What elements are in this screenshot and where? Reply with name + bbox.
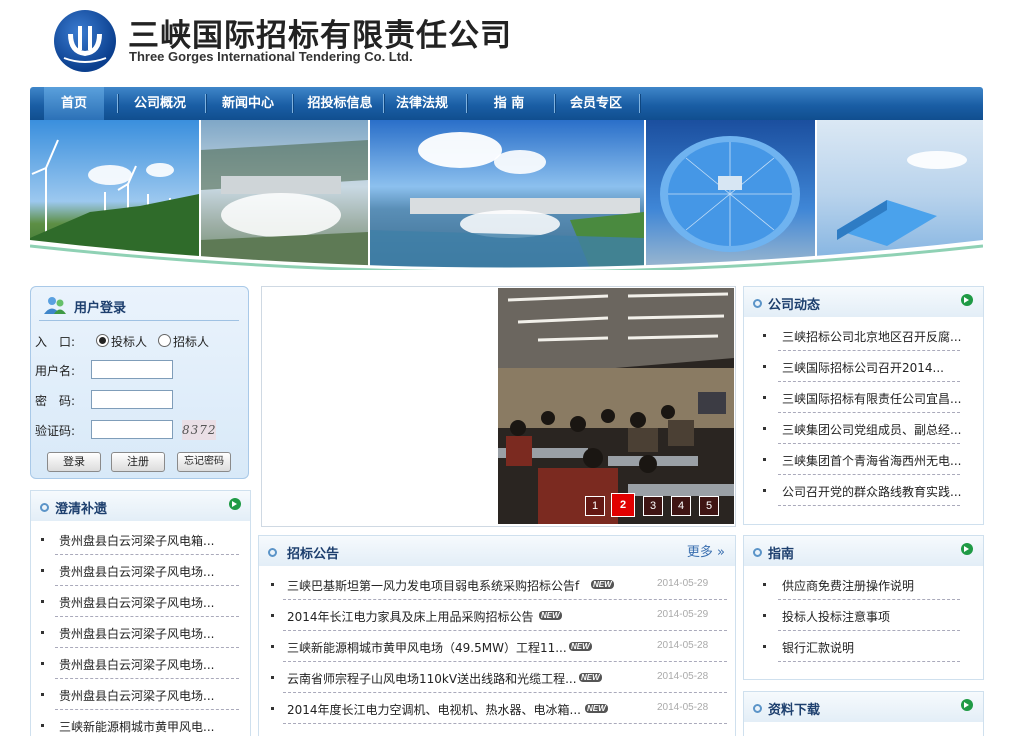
table-row[interactable]: 三峡新能源桐城市黄甲风电场（49.5MW）工程11... NEW 2014-05… [259,632,735,663]
more-arrow-icon[interactable] [961,294,973,306]
nav-company-overview[interactable]: 公司概况 [124,87,196,120]
register-button[interactable]: 注册 [111,452,165,472]
slide-page-3[interactable]: 3 [643,496,663,516]
table-row[interactable]: 2014年度长江电力空调机、电视机、热水器、电冰箱... NEW 2014-05… [259,694,735,725]
nav-member-area[interactable]: 会员专区 [560,87,632,120]
slide-page-1[interactable]: 1 [585,496,605,516]
downloads-title: 资料下载 [768,703,821,718]
new-badge: NEW [539,611,562,620]
nav-news-center[interactable]: 新闻中心 [212,87,284,120]
nav-home[interactable]: 首页 [44,87,104,120]
list-item[interactable]: 三峡新能源桐城市黄甲风电... [31,711,250,742]
list-item[interactable]: 三峡国际招标有限责任公司宜昌... [744,383,983,414]
list-item[interactable]: 三峡集团首个青海省海西州无电... [744,445,983,476]
bidding-notice-box: 招标公告 更多 » 三峡巴基斯坦第一风力发电项目弱电系统采购招标公告f NEW … [258,535,736,736]
clarification-title: 澄清补遗 [55,502,108,517]
radio-tenderer[interactable] [158,334,171,347]
company-logo[interactable] [54,10,116,72]
slideshow-photo-meeting[interactable] [498,288,734,524]
radio-tenderer-label: 招标人 [173,335,210,349]
more-link[interactable]: 更多 » [687,541,725,560]
news-slideshow: 1 2 3 4 5 [261,286,736,527]
captcha-input[interactable] [91,420,173,439]
radio-bidder[interactable] [96,334,109,347]
more-arrow-icon[interactable] [961,543,973,555]
double-chevron-icon: » [717,545,725,560]
list-item[interactable]: 投标人投标注意事项 [744,601,983,632]
nav-bidding-info[interactable]: 招投标信息 [298,87,382,120]
captcha-label: 验证码: [35,424,76,438]
username-input[interactable] [91,360,173,379]
list-item[interactable]: 贵州盘县白云河梁子风电场... [31,556,250,587]
users-icon [44,297,66,314]
new-badge: NEW [585,704,608,713]
new-badge: NEW [591,580,614,589]
entry-label: 入 口: [35,335,76,349]
list-item[interactable]: 贵州盘县白云河梁子风电场... [31,618,250,649]
more-arrow-icon[interactable] [961,699,973,711]
slide-page-5[interactable]: 5 [699,496,719,516]
new-badge: NEW [569,642,592,651]
nav-laws[interactable]: 法律法规 [389,87,455,120]
captcha-image[interactable]: 8372 [182,420,216,440]
company-news-title: 公司动态 [768,298,821,313]
list-item[interactable]: 贵州盘县白云河梁子风电场... [31,680,250,711]
bidding-notice-title: 招标公告 [287,547,340,562]
list-item[interactable]: 公司召开党的群众路线教育实践... [744,476,983,507]
slide-page-4[interactable]: 4 [671,496,691,516]
password-input[interactable] [91,390,173,409]
header-banner [30,120,983,270]
list-item[interactable]: 三峡招标公司北京地区召开反腐... [744,321,983,352]
list-item[interactable]: 贵州盘县白云河梁子风电场... [31,587,250,618]
list-item[interactable]: 三峡集团公司党组成员、副总经... [744,414,983,445]
main-nav: 首页 公司概况 新闻中心 招投标信息 法律法规 指 南 会员专区 [30,87,983,120]
list-item[interactable]: 三峡国际招标公司召开2014... [744,352,983,383]
downloads-box: 资料下载 [743,691,984,736]
table-row[interactable]: 三峡巴基斯坦第一风力发电项目弱电系统采购招标公告f NEW 2014-05-29 [259,570,735,601]
more-arrow-icon[interactable] [229,498,241,510]
login-title: 用户登录 [74,301,127,316]
nav-guide[interactable]: 指 南 [474,87,544,120]
company-name-en: Three Gorges International Tendering Co.… [129,49,413,64]
radio-bidder-label: 投标人 [111,335,148,349]
clarification-box: 澄清补遗 贵州盘县白云河梁子风电箱... 贵州盘县白云河梁子风电场... 贵州盘… [30,490,251,736]
list-item[interactable]: 供应商免费注册操作说明 [744,570,983,601]
guide-title: 指南 [768,547,795,562]
company-news-box: 公司动态 三峡招标公司北京地区召开反腐... 三峡国际招标公司召开2014...… [743,286,984,525]
new-badge: NEW [579,673,602,682]
table-row[interactable]: 云南省师宗程子山风电场110kV送出线路和光缆工程... NEW 2014-05… [259,663,735,694]
list-item[interactable]: 贵州盘县白云河梁子风电箱... [31,525,250,556]
username-label: 用户名: [35,364,76,378]
forgot-password-button[interactable]: 忘记密码 [177,452,231,472]
user-login-panel: 用户登录 入 口: 投标人 招标人 用户名: 密 码: 验证码: 8372 登录… [30,286,249,479]
list-item[interactable]: 贵州盘县白云河梁子风电场... [31,649,250,680]
table-row[interactable]: 2014年长江电力家具及床上用品采购招标公告 NEW 2014-05-29 [259,601,735,632]
guide-box: 指南 供应商免费注册操作说明 投标人投标注意事项 银行汇款说明 [743,535,984,680]
list-item[interactable]: 银行汇款说明 [744,632,983,663]
login-button[interactable]: 登录 [47,452,101,472]
password-label: 密 码: [35,394,76,408]
slide-page-2[interactable]: 2 [611,493,635,517]
